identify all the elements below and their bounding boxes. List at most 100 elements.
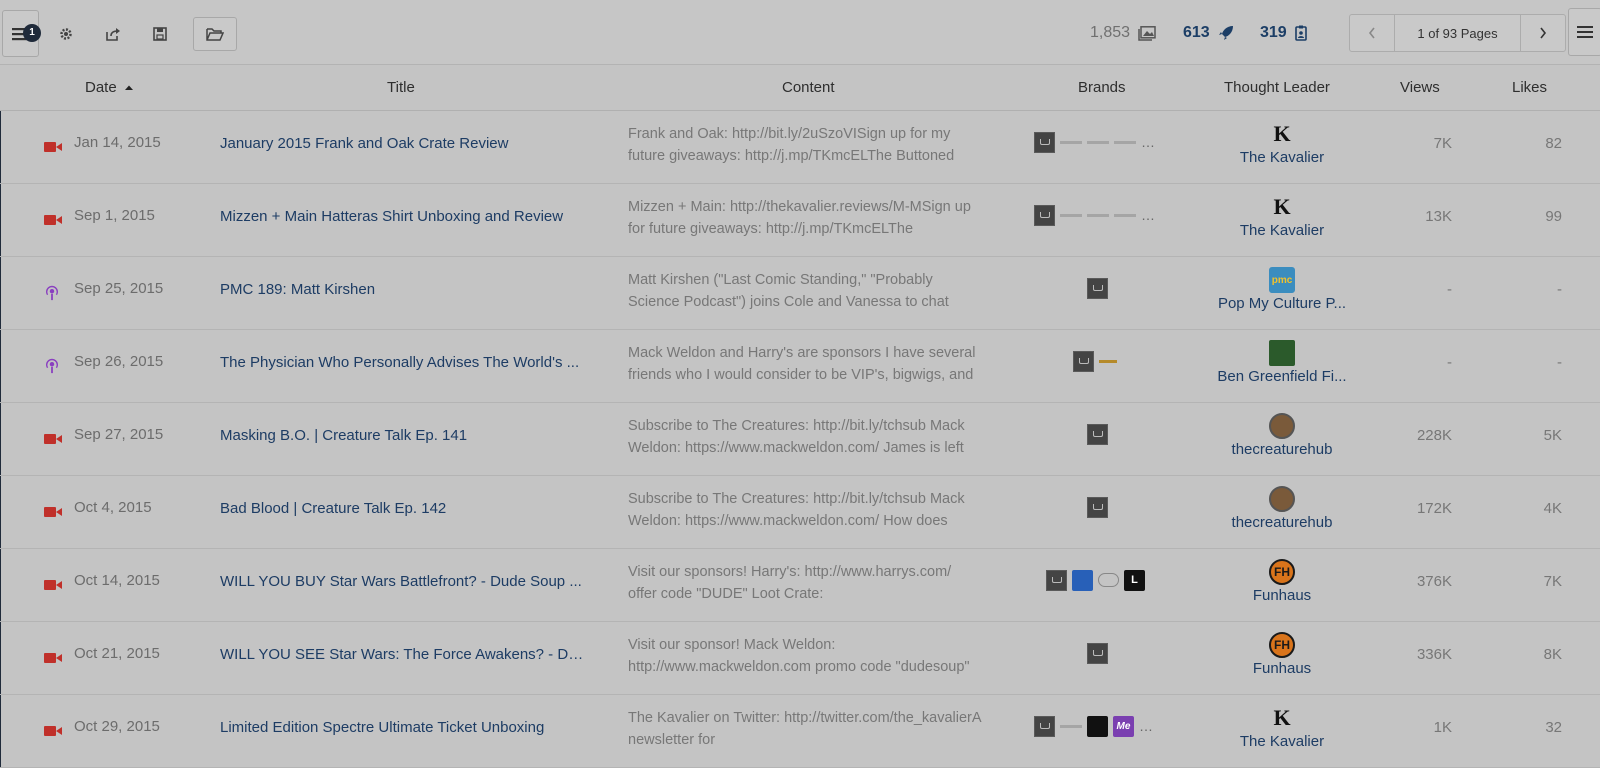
brand-logo-icon[interactable] bbox=[1099, 359, 1117, 363]
rocket-stat: 613 bbox=[1183, 24, 1234, 42]
row-brands bbox=[1087, 496, 1108, 518]
row-title-link[interactable]: Limited Edition Spectre Ultimate Ticket … bbox=[220, 719, 585, 736]
leader-name[interactable]: Ben Greenfield Fi... bbox=[1192, 368, 1372, 385]
likes-column-header[interactable]: Likes bbox=[1512, 79, 1547, 96]
row-leader[interactable]: FH Funhaus bbox=[1192, 559, 1372, 604]
row-views: 1K bbox=[1433, 719, 1452, 736]
menu-button[interactable]: 1 bbox=[2, 10, 41, 57]
leader-name[interactable]: The Kavalier bbox=[1192, 733, 1372, 750]
leader-name[interactable]: Funhaus bbox=[1192, 660, 1372, 677]
row-brands: … bbox=[1034, 131, 1155, 153]
row-likes: 7K bbox=[1543, 573, 1562, 590]
row-title-link[interactable]: January 2015 Frank and Oak Crate Review bbox=[220, 135, 585, 152]
brand-logo-icon[interactable] bbox=[1060, 140, 1082, 144]
brand-logo-icon[interactable] bbox=[1060, 213, 1082, 217]
rocket-icon bbox=[1218, 26, 1233, 40]
row-date: Oct 4, 2015 bbox=[74, 499, 152, 516]
chevron-right-icon bbox=[1540, 27, 1547, 39]
toolbar: 1 1,853 613 319 1 of 93 Pages bbox=[0, 0, 1600, 65]
row-title-link[interactable]: Bad Blood | Creature Talk Ep. 142 bbox=[220, 500, 585, 517]
brand-logo-icon[interactable] bbox=[1087, 277, 1108, 299]
row-leader[interactable]: pmc Pop My Culture P... bbox=[1192, 267, 1372, 312]
brand-logo-icon[interactable] bbox=[1087, 715, 1108, 737]
row-title-link[interactable]: The Physician Who Personally Advises The… bbox=[220, 354, 585, 371]
row-leader[interactable]: K The Kavalier bbox=[1192, 705, 1372, 750]
row-leader[interactable]: K The Kavalier bbox=[1192, 121, 1372, 166]
row-views: 7K bbox=[1433, 135, 1452, 152]
open-folder-button[interactable] bbox=[193, 17, 237, 51]
columns-menu-button[interactable] bbox=[1568, 8, 1600, 56]
video-camera-icon bbox=[44, 434, 62, 444]
row-content: Subscribe to The Creatures: http://bit.l… bbox=[628, 491, 965, 529]
row-title-link[interactable]: WILL YOU SEE Star Wars: The Force Awaken… bbox=[220, 646, 585, 663]
prev-page-button[interactable] bbox=[1350, 15, 1394, 51]
video-camera-icon bbox=[44, 653, 62, 663]
brand-logo-icon[interactable] bbox=[1098, 573, 1119, 587]
brand-logo-icon[interactable] bbox=[1034, 715, 1055, 737]
row-likes: 8K bbox=[1543, 646, 1562, 663]
save-button[interactable] bbox=[151, 25, 169, 43]
brand-logo-icon[interactable] bbox=[1087, 642, 1108, 664]
brand-logo-icon[interactable] bbox=[1034, 131, 1055, 153]
leader-name[interactable]: thecreaturehub bbox=[1192, 514, 1372, 531]
title-column-header[interactable]: Title bbox=[387, 79, 415, 96]
images-icon bbox=[1138, 25, 1156, 41]
leader-column-header[interactable]: Thought Leader bbox=[1224, 79, 1330, 96]
brand-logo-icon[interactable] bbox=[1073, 350, 1094, 372]
views-column-header[interactable]: Views bbox=[1400, 79, 1440, 96]
brand-logo-icon[interactable]: Me bbox=[1113, 715, 1134, 737]
brand-logo-icon[interactable] bbox=[1034, 204, 1055, 226]
row-title-link[interactable]: Mizzen + Main Hatteras Shirt Unboxing an… bbox=[220, 208, 585, 225]
leader-name[interactable]: Funhaus bbox=[1192, 587, 1372, 604]
row-likes: - bbox=[1557, 281, 1562, 298]
row-leader[interactable]: thecreaturehub bbox=[1192, 413, 1372, 458]
row-leader[interactable]: Ben Greenfield Fi... bbox=[1192, 340, 1372, 385]
row-content: Visit our sponsor! Mack Weldon: http://w… bbox=[628, 637, 970, 675]
more-brands-icon[interactable]: … bbox=[1141, 207, 1155, 223]
creature-avatar-icon bbox=[1269, 486, 1295, 512]
hamburger-icon bbox=[1577, 26, 1593, 38]
more-brands-icon[interactable]: … bbox=[1139, 718, 1153, 734]
table-row[interactable]: Sep 26, 2015 The Physician Who Personall… bbox=[0, 330, 1600, 403]
table-row[interactable]: Oct 21, 2015 WILL YOU SEE Star Wars: The… bbox=[0, 622, 1600, 695]
brand-logo-icon[interactable] bbox=[1087, 423, 1108, 445]
row-title-link[interactable]: Masking B.O. | Creature Talk Ep. 141 bbox=[220, 427, 585, 444]
video-camera-icon bbox=[44, 507, 62, 517]
next-page-button[interactable] bbox=[1521, 15, 1565, 51]
date-column-header[interactable]: Date bbox=[85, 79, 134, 96]
share-button[interactable] bbox=[104, 25, 122, 43]
brand-logo-icon[interactable] bbox=[1046, 569, 1067, 591]
brand-logo-icon[interactable] bbox=[1087, 140, 1109, 144]
row-leader[interactable]: K The Kavalier bbox=[1192, 194, 1372, 239]
settings-button[interactable] bbox=[57, 25, 75, 43]
leader-name[interactable]: The Kavalier bbox=[1192, 149, 1372, 166]
leader-name[interactable]: thecreaturehub bbox=[1192, 441, 1372, 458]
table-row[interactable]: Oct 4, 2015 Bad Blood | Creature Talk Ep… bbox=[0, 476, 1600, 549]
table-row[interactable]: Sep 25, 2015 PMC 189: Matt Kirshen Matt … bbox=[0, 257, 1600, 330]
brand-logo-icon[interactable] bbox=[1087, 496, 1108, 518]
content-column-header[interactable]: Content bbox=[782, 79, 835, 96]
row-title-link[interactable]: PMC 189: Matt Kirshen bbox=[220, 281, 585, 298]
brand-logo-icon[interactable] bbox=[1072, 569, 1093, 591]
row-leader[interactable]: thecreaturehub bbox=[1192, 486, 1372, 531]
table-row[interactable]: Sep 27, 2015 Masking B.O. | Creature Tal… bbox=[0, 403, 1600, 476]
row-brands: … bbox=[1034, 204, 1155, 226]
brand-logo-icon[interactable] bbox=[1114, 140, 1136, 144]
more-brands-icon[interactable]: … bbox=[1141, 134, 1155, 150]
brands-column-header[interactable]: Brands bbox=[1078, 79, 1126, 96]
brand-logo-icon[interactable] bbox=[1114, 213, 1136, 217]
row-leader[interactable]: FH Funhaus bbox=[1192, 632, 1372, 677]
table-row[interactable]: Jan 14, 2015 January 2015 Frank and Oak … bbox=[0, 111, 1600, 184]
badge-count: 319 bbox=[1260, 24, 1287, 41]
leader-name[interactable]: The Kavalier bbox=[1192, 222, 1372, 239]
table-row[interactable]: Oct 14, 2015 WILL YOU BUY Star Wars Batt… bbox=[0, 549, 1600, 622]
table-row[interactable]: Oct 29, 2015 Limited Edition Spectre Ult… bbox=[0, 695, 1600, 768]
brand-logo-icon[interactable]: L bbox=[1124, 569, 1145, 591]
leader-name[interactable]: Pop My Culture P... bbox=[1192, 295, 1372, 312]
row-title-link[interactable]: WILL YOU BUY Star Wars Battlefront? - Du… bbox=[220, 573, 585, 590]
brand-logo-icon[interactable] bbox=[1087, 213, 1109, 217]
table-row[interactable]: Sep 1, 2015 Mizzen + Main Hatteras Shirt… bbox=[0, 184, 1600, 257]
row-date: Oct 29, 2015 bbox=[74, 718, 160, 735]
funhaus-avatar-icon: FH bbox=[1269, 559, 1295, 585]
brand-logo-icon[interactable] bbox=[1060, 724, 1082, 728]
